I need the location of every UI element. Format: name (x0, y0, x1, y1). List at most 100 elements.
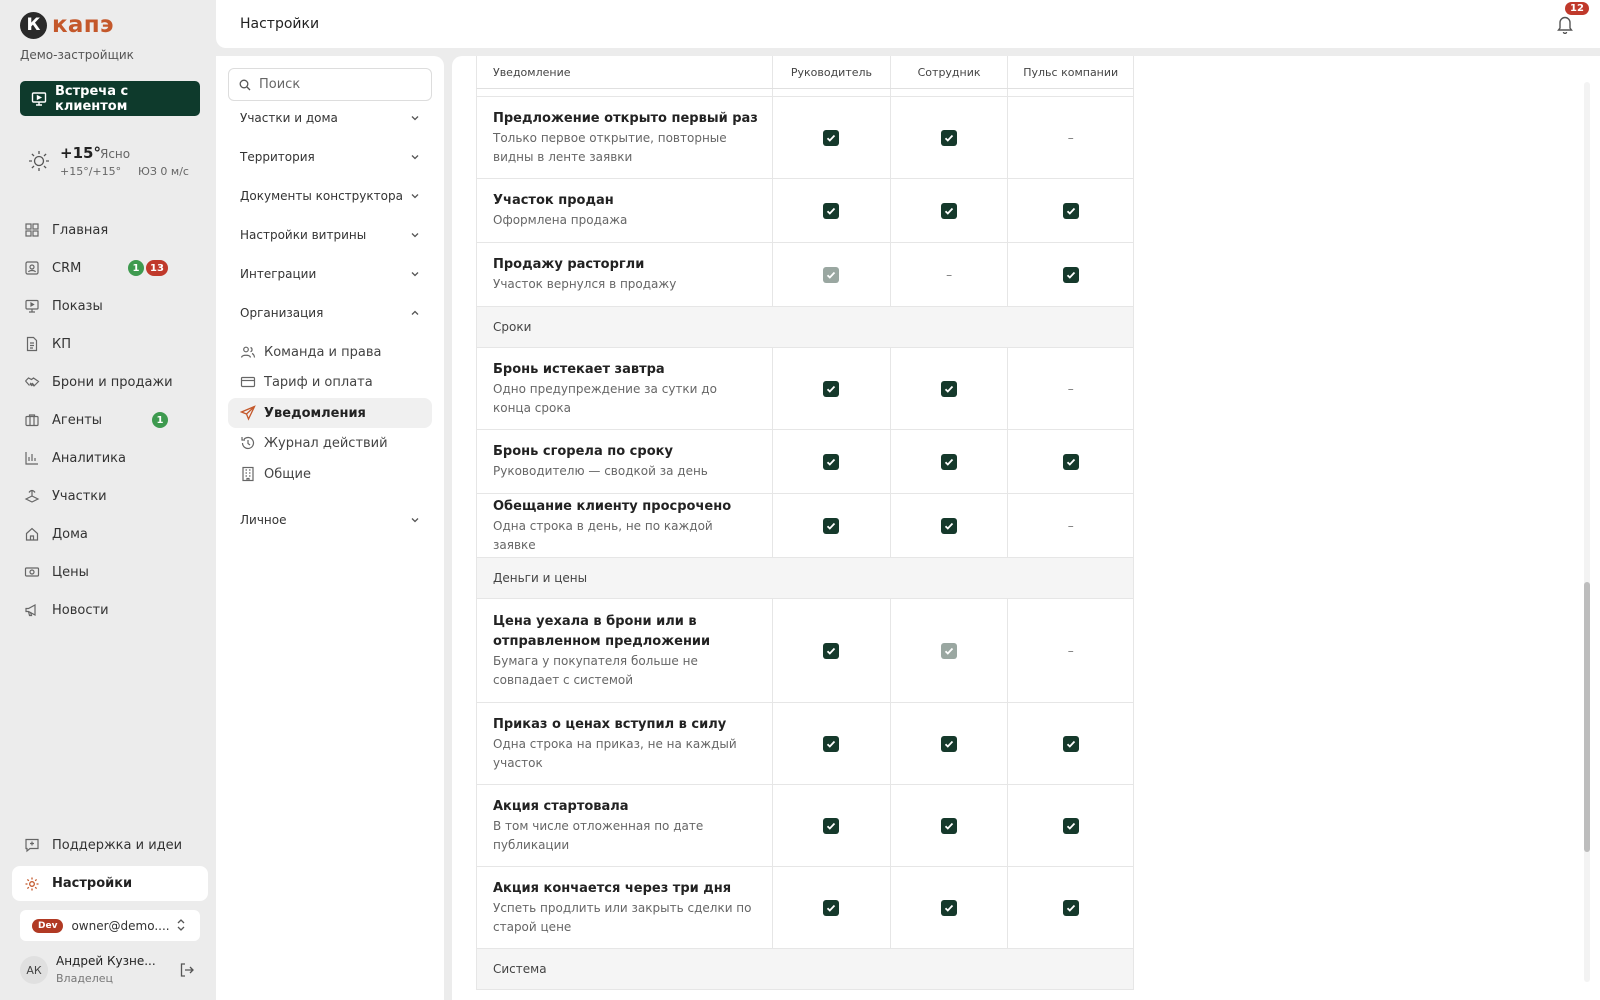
cell-employee (889, 97, 1008, 178)
checkbox[interactable] (941, 899, 958, 916)
checkbox[interactable] (823, 517, 840, 534)
notification-description: Оформлена продажа (493, 213, 628, 227)
nav-item-crm[interactable]: CRM 1 13 (12, 249, 208, 287)
nav-item-agents[interactable]: Агенты 1 (12, 401, 208, 439)
checkbox[interactable] (1062, 899, 1079, 916)
checkbox[interactable] (1062, 735, 1079, 752)
scrollbar-thumb[interactable] (1584, 582, 1590, 852)
meeting-button[interactable]: Встреча с клиентом (20, 81, 200, 116)
column-header: Уведомление (493, 65, 571, 79)
nav-item-showings[interactable]: Показы (12, 287, 208, 325)
notification-title: Цена уехала в брони или в отправленном п… (493, 613, 711, 649)
cell-manager (772, 97, 890, 178)
menu-item-billing[interactable]: Тариф и оплата (228, 367, 432, 397)
nav-item-settings[interactable]: Настройки (12, 866, 208, 901)
brand-logo[interactable]: К капэ (20, 10, 114, 40)
house-icon (24, 526, 42, 542)
search-input[interactable] (259, 77, 419, 92)
notification-cell: Бронь истекает завтра Одно предупреждение… (477, 348, 772, 429)
nav-item-home[interactable]: Главная (12, 211, 208, 249)
cell-employee (889, 867, 1008, 948)
notification-description: В том числе отложенная по дате публикаци… (493, 818, 704, 852)
account-switcher[interactable]: Dev owner@demo.... (20, 910, 200, 941)
checkbox[interactable] (1062, 453, 1079, 470)
bottom-nav: Поддержка и идеи Настройки (12, 826, 208, 901)
checkbox[interactable] (1062, 266, 1079, 283)
nav-item-analytics[interactable]: Аналитика (12, 439, 208, 477)
checkbox[interactable] (823, 129, 840, 146)
table-row: Участок продан Оформлена продажа (476, 179, 1134, 243)
checkbox[interactable] (1062, 817, 1079, 834)
chevron-up-icon (410, 308, 420, 318)
crm-badges: 1 13 (128, 260, 168, 276)
section-territory[interactable]: Территория (240, 146, 420, 168)
account-email: owner@demo.... (71, 918, 170, 933)
nav-label: Агенты (52, 412, 103, 428)
scrollbar[interactable] (1584, 82, 1590, 982)
cell-employee (889, 703, 1008, 784)
checkbox[interactable] (941, 517, 958, 534)
checkbox[interactable] (823, 642, 840, 659)
unavailable-dash: – (1067, 381, 1074, 396)
table-header: Уведомление Руководитель Сотрудник Пульс… (476, 56, 1134, 89)
section-personal[interactable]: Личное (240, 509, 420, 531)
nav-item-news[interactable]: Новости (12, 591, 208, 629)
checkbox[interactable] (823, 735, 840, 752)
checkbox[interactable] (941, 817, 958, 834)
checkbox[interactable] (941, 735, 958, 752)
checkbox[interactable] (823, 453, 840, 470)
checkbox[interactable] (941, 380, 958, 397)
nav-item-kp[interactable]: КП (12, 325, 208, 363)
nav-item-prices[interactable]: Цены (12, 553, 208, 591)
menu-item-team[interactable]: Команда и права (228, 337, 432, 367)
checkbox[interactable] (1062, 202, 1079, 219)
monitor-icon (24, 298, 42, 314)
bell-icon[interactable] (1556, 14, 1574, 34)
weather-range: +15°/+15° (60, 165, 122, 178)
section-organization[interactable]: Организация (240, 302, 420, 324)
menu-item-notifications[interactable]: Уведомления (228, 398, 432, 428)
weather-widget: +15° Ясно +15°/+15° ЮЗ 0 м/с (28, 142, 208, 182)
nav-label: Дома (52, 526, 88, 542)
cell-company-pulse (1007, 243, 1133, 306)
checkbox[interactable] (823, 899, 840, 916)
presentation-icon (31, 91, 47, 107)
notification-title: Продажу расторгли (493, 257, 645, 272)
building-icon (240, 466, 256, 482)
company-name: Демо-застройщик (20, 48, 134, 62)
checkbox[interactable] (823, 202, 840, 219)
logout-icon[interactable] (178, 961, 196, 979)
nav-item-support[interactable]: Поддержка и идеи (12, 826, 208, 864)
checkbox[interactable] (941, 453, 958, 470)
section-label: Интеграции (240, 267, 317, 281)
section-integrations[interactable]: Интеграции (240, 263, 420, 285)
notification-description: Одна строка на приказ, не на каждый учас… (493, 736, 737, 770)
section-plots-houses[interactable]: Участки и дома (240, 107, 420, 129)
nav-item-plots[interactable]: Участки (12, 477, 208, 515)
notification-cell: Цена уехала в брони или в отправленном п… (477, 599, 772, 702)
env-badge: Dev (32, 918, 64, 933)
table-row: Бронь сгорела по сроку Руководителю — сво… (476, 430, 1134, 494)
notification-description: Только первое открытие, повторные видны … (493, 130, 727, 164)
section-constructor-docs[interactable]: Документы конструктора (240, 185, 420, 207)
cell-company-pulse (1007, 785, 1133, 866)
notification-title: Предложение открыто первый раз (493, 110, 758, 126)
menu-item-audit-log[interactable]: Журнал действий (228, 428, 432, 458)
cell-manager (772, 785, 890, 866)
checkbox[interactable] (941, 129, 958, 146)
nav-item-bookings[interactable]: Брони и продажи (12, 363, 208, 401)
section-showcase[interactable]: Настройки витрины (240, 224, 420, 246)
checkbox[interactable] (823, 380, 840, 397)
notification-cell: Участок продан Оформлена продажа (477, 179, 772, 242)
cell-company-pulse: – (1007, 494, 1133, 557)
checkbox[interactable] (823, 817, 840, 834)
avatar[interactable]: АК (20, 956, 48, 984)
notification-title: Акция стартовала (493, 798, 629, 814)
checkbox[interactable] (941, 202, 958, 219)
plots-icon (24, 488, 42, 504)
menu-item-general[interactable]: Общие (228, 459, 432, 489)
search-box[interactable] (228, 68, 432, 101)
notification-description: Одно предупреждение за сутки до конца ср… (493, 381, 717, 415)
megaphone-icon (24, 602, 42, 618)
nav-item-houses[interactable]: Дома (12, 515, 208, 553)
